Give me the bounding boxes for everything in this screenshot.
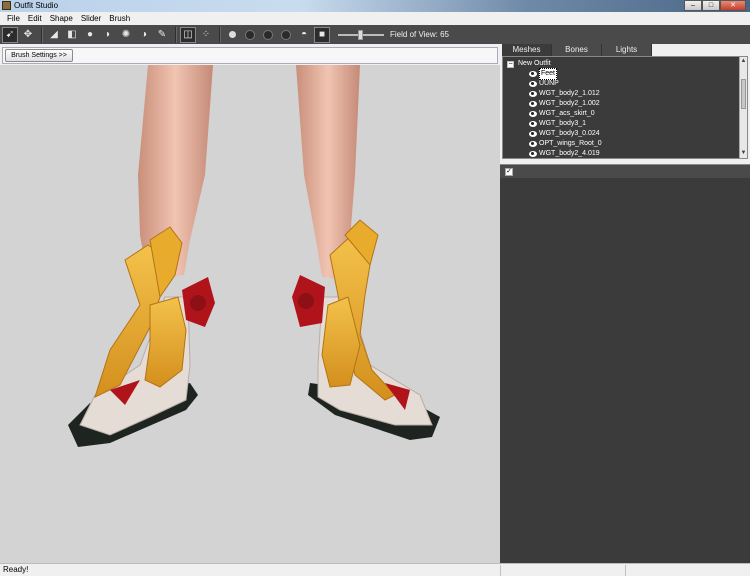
list-item-label: OPT_wings_Root_0 bbox=[539, 140, 602, 147]
list-item[interactable]: Feet bbox=[529, 68, 558, 80]
list-item-label: WGT_body3_0.024 bbox=[539, 130, 600, 137]
slider-thumb[interactable] bbox=[358, 29, 363, 40]
menu-bar: File Edit Shape Slider Brush bbox=[0, 12, 750, 25]
toolbar-separator bbox=[41, 26, 43, 43]
window-title: Outfit Studio bbox=[14, 1, 59, 10]
vertices-icon[interactable] bbox=[224, 27, 240, 43]
slider-panel-header: ✓ bbox=[500, 164, 750, 178]
list-item[interactable]: WGT_body3_0.024 bbox=[529, 129, 600, 139]
list-item[interactable]: UUNP bbox=[529, 79, 559, 89]
status-text: Ready! bbox=[3, 565, 29, 574]
tab-lights[interactable]: Lights bbox=[602, 44, 652, 56]
eye-icon[interactable] bbox=[529, 141, 537, 147]
list-item-label: UUNP bbox=[539, 80, 559, 87]
right-panel: Meshes Bones Lights − New Outfit Feet UU… bbox=[500, 44, 750, 563]
list-item-label: WGT_body3_1 bbox=[539, 120, 587, 127]
select-all-checkbox[interactable]: ✓ bbox=[505, 168, 513, 176]
slider-list-panel bbox=[500, 178, 750, 563]
menu-slider[interactable]: Slider bbox=[77, 13, 105, 25]
connected-only-icon[interactable]: ⁘ bbox=[198, 27, 214, 43]
eye-icon[interactable] bbox=[529, 101, 537, 107]
brush-settings-button[interactable]: Brush Settings >> bbox=[5, 49, 73, 62]
eye-icon[interactable] bbox=[529, 81, 537, 87]
viewport-panel: Brush Settings >> bbox=[0, 44, 500, 563]
status-bar: Ready! bbox=[0, 563, 750, 576]
texture-icon[interactable] bbox=[278, 27, 294, 43]
3d-viewport[interactable] bbox=[0, 65, 500, 563]
list-item[interactable]: WGT_body2_1.012 bbox=[529, 89, 600, 99]
menu-shape[interactable]: Shape bbox=[46, 13, 77, 25]
list-item[interactable]: WGT_acs_skirt_0 bbox=[529, 109, 595, 119]
mirror-icon[interactable]: ◫ bbox=[180, 26, 196, 43]
scroll-thumb[interactable] bbox=[741, 79, 746, 109]
toolbar-separator bbox=[219, 26, 221, 43]
scroll-down-icon[interactable]: ▼ bbox=[740, 149, 747, 157]
ortho-icon[interactable]: ◓ bbox=[296, 27, 312, 43]
scroll-up-icon[interactable]: ▲ bbox=[740, 57, 747, 65]
title-bar: Outfit Studio – □ ✕ bbox=[0, 0, 750, 12]
eye-icon[interactable] bbox=[529, 91, 537, 97]
mask-brush-icon[interactable]: ✺ bbox=[118, 27, 134, 43]
menu-brush[interactable]: Brush bbox=[105, 13, 134, 25]
move-brush-icon[interactable]: ● bbox=[82, 27, 98, 43]
list-item[interactable]: OPT_wings_Root_0 bbox=[529, 139, 602, 149]
minimize-button[interactable]: – bbox=[684, 0, 702, 11]
list-item-label: WGT_body2_1.012 bbox=[539, 90, 600, 97]
eye-icon[interactable] bbox=[529, 121, 537, 127]
menu-file[interactable]: File bbox=[3, 13, 24, 25]
field-of-view-slider[interactable] bbox=[338, 29, 384, 40]
tree-scrollbar[interactable]: ▲ ▼ bbox=[739, 57, 747, 158]
eye-icon[interactable] bbox=[529, 151, 537, 157]
deflate-brush-icon[interactable]: ◧ bbox=[64, 27, 80, 43]
smooth-brush-icon[interactable]: ◗ bbox=[100, 27, 116, 43]
eye-icon[interactable] bbox=[529, 131, 537, 137]
weight-brush-icon[interactable]: ✎ bbox=[154, 27, 170, 43]
mesh-tree: − New Outfit Feet UUNP WGT_body2_1.012 W… bbox=[502, 56, 748, 159]
list-item-label: WGT_body2_1.002 bbox=[539, 100, 600, 107]
panel-tabs: Meshes Bones Lights bbox=[502, 44, 652, 56]
field-of-view-label: Field of View: 65 bbox=[390, 30, 449, 39]
toolbar: ➹ ✥ ◢ ◧ ● ◗ ✺ ◑ ✎ ◫ ⁘ ◓ ■ Field of View:… bbox=[0, 25, 750, 44]
status-divider bbox=[500, 565, 501, 576]
unmask-brush-icon[interactable]: ◑ bbox=[136, 27, 152, 43]
transform-icon[interactable]: ✥ bbox=[20, 27, 36, 43]
collapse-toggle[interactable]: − bbox=[507, 60, 514, 68]
wireframe-icon[interactable] bbox=[242, 27, 258, 43]
tab-bones[interactable]: Bones bbox=[552, 44, 602, 56]
app-icon bbox=[2, 1, 11, 10]
left-leg bbox=[68, 65, 215, 447]
window-controls: – □ ✕ bbox=[684, 0, 746, 11]
status-divider bbox=[625, 565, 626, 576]
maximize-button[interactable]: □ bbox=[702, 0, 720, 11]
select-icon[interactable]: ➹ bbox=[2, 26, 18, 43]
list-item[interactable]: WGT_body3_1 bbox=[529, 119, 586, 129]
inflate-brush-icon[interactable]: ◢ bbox=[46, 27, 62, 43]
eye-icon[interactable] bbox=[529, 71, 537, 77]
right-leg bbox=[292, 65, 440, 440]
list-item[interactable]: WGT_body2_4.019 bbox=[529, 149, 600, 158]
lighting-icon[interactable] bbox=[260, 27, 276, 43]
brush-settings-bar: Brush Settings >> bbox=[2, 47, 498, 64]
model-render bbox=[68, 65, 440, 447]
eye-icon[interactable] bbox=[529, 111, 537, 117]
close-button[interactable]: ✕ bbox=[720, 0, 746, 11]
list-item-label: WGT_acs_skirt_0 bbox=[539, 110, 595, 117]
list-item-label: WGT_body2_4.019 bbox=[539, 150, 600, 157]
list-item[interactable]: WGT_body2_1.002 bbox=[529, 99, 600, 109]
tab-meshes[interactable]: Meshes bbox=[502, 44, 552, 56]
menu-edit[interactable]: Edit bbox=[24, 13, 46, 25]
cube-icon[interactable]: ■ bbox=[314, 26, 330, 43]
toolbar-separator bbox=[175, 26, 177, 43]
